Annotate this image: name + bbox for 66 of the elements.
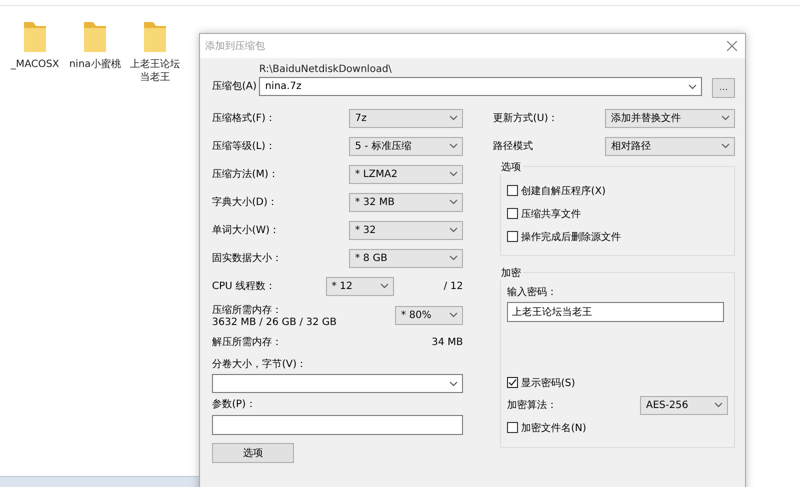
chevron-down-icon bbox=[449, 115, 458, 121]
archive-path: R:\BaiduNetdiskDownload\ bbox=[259, 64, 393, 75]
chevron-down-icon bbox=[449, 312, 458, 318]
checkbox[interactable]: 加密文件名(N) bbox=[507, 416, 728, 439]
field-label: CPU 线程数： bbox=[212, 280, 276, 293]
field-label: 压缩等级(L)： bbox=[212, 140, 276, 153]
folder-label[interactable]: _MACOSX bbox=[8, 58, 62, 71]
window-title: 添加到压缩包 bbox=[205, 40, 265, 53]
field-label: 参数(P)： bbox=[212, 398, 256, 411]
field-label: 单词大小(W)： bbox=[212, 224, 280, 237]
chevron-down-icon bbox=[449, 255, 458, 261]
chevron-down-icon bbox=[380, 283, 389, 289]
chevron-down-icon bbox=[714, 402, 723, 408]
browse-button[interactable]: ... bbox=[712, 78, 735, 98]
options-button[interactable]: 选项 bbox=[212, 443, 294, 463]
chevron-down-icon bbox=[688, 84, 698, 90]
memory-usage: 3632 MB / 26 GB / 32 GB bbox=[212, 316, 337, 328]
dropdown[interactable]: * LZMA2 bbox=[349, 164, 463, 184]
folder-icon bbox=[82, 20, 108, 54]
dropdown[interactable]: * 8 GB bbox=[349, 248, 463, 268]
group-title: 选项 bbox=[499, 160, 523, 174]
chevron-down-icon bbox=[449, 380, 458, 386]
archive-name-field[interactable]: nina.7z bbox=[259, 77, 702, 96]
field-label: 加密算法： bbox=[507, 398, 557, 412]
group-title: 加密 bbox=[499, 266, 523, 280]
folder-label[interactable]: 上老王论坛当老王 bbox=[128, 58, 182, 84]
dropdown[interactable]: * 12 bbox=[326, 276, 394, 296]
chevron-down-icon bbox=[449, 199, 458, 205]
checkbox[interactable]: 显示密码(S) bbox=[507, 371, 728, 394]
chevron-down-icon bbox=[449, 171, 458, 177]
parameters-field[interactable] bbox=[212, 415, 463, 435]
folder-icon bbox=[22, 20, 48, 54]
field-label: 压缩包(A) bbox=[212, 80, 258, 93]
field-label: 输入密码： bbox=[507, 286, 558, 299]
dropdown[interactable]: * 32 bbox=[349, 220, 463, 240]
thread-total: / 12 bbox=[444, 280, 463, 292]
close-icon[interactable] bbox=[727, 41, 737, 51]
dropdown[interactable]: 5 - 标准压缩 bbox=[349, 136, 463, 156]
checkbox[interactable]: 压缩共享文件 bbox=[507, 202, 728, 225]
chevron-down-icon bbox=[449, 143, 458, 149]
dropdown[interactable]: 7z bbox=[349, 108, 463, 128]
dropdown[interactable]: * 80% bbox=[395, 306, 463, 324]
field-label: 字典大小(D)： bbox=[212, 196, 278, 209]
dropdown[interactable]: * 32 MB bbox=[349, 192, 463, 212]
memory-value: 34 MB bbox=[432, 336, 463, 348]
field-label: 分卷大小，字节(V)： bbox=[212, 358, 307, 371]
dropdown[interactable]: 相对路径 bbox=[605, 136, 735, 156]
field-label: 路径模式 bbox=[493, 140, 533, 153]
volume-size-field[interactable] bbox=[212, 374, 463, 393]
folder-icon bbox=[142, 20, 168, 54]
chevron-down-icon bbox=[721, 143, 730, 149]
dropdown[interactable]: 添加并替换文件 bbox=[605, 108, 735, 128]
field-label: 固实数据大小： bbox=[212, 252, 282, 265]
field-label: 压缩格式(F)： bbox=[212, 112, 276, 125]
folder-label[interactable]: nina小蜜桃 bbox=[68, 58, 122, 71]
field-label: 更新方式(U)： bbox=[493, 112, 558, 125]
checkbox[interactable]: 创建自解压程序(X) bbox=[507, 179, 728, 202]
field-label: 解压所需内存： bbox=[212, 336, 282, 349]
field-label: 压缩方法(M)： bbox=[212, 168, 278, 181]
password-field[interactable]: 上老王论坛当老王 bbox=[507, 302, 724, 322]
chevron-down-icon bbox=[721, 115, 730, 121]
field-label: 压缩所需内存： bbox=[212, 304, 283, 316]
check-mark-icon bbox=[508, 378, 517, 387]
dropdown[interactable]: AES-256 bbox=[640, 396, 728, 414]
chevron-down-icon bbox=[449, 227, 458, 233]
checkbox[interactable]: 操作完成后删除源文件 bbox=[507, 225, 728, 248]
